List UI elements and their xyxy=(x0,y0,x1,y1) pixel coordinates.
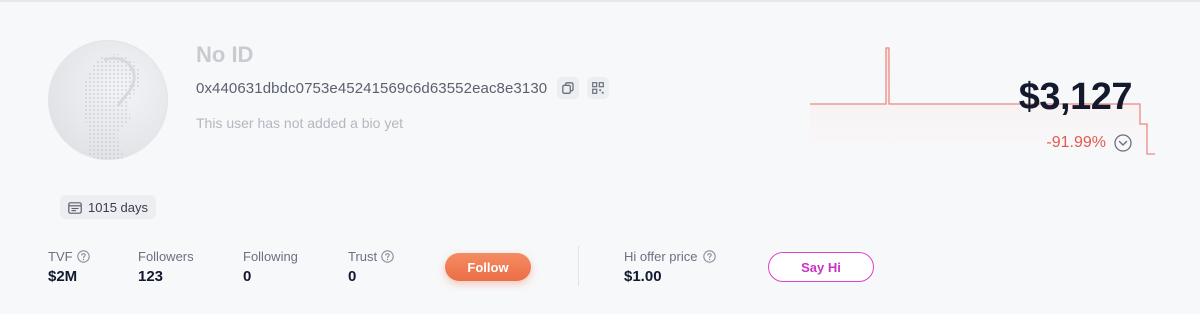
top-border xyxy=(0,0,1200,2)
calendar-icon xyxy=(68,201,82,214)
profile-name: No ID xyxy=(196,42,254,67)
stat-followers-value: 123 xyxy=(138,268,164,285)
balance-change-percent: -91.99% xyxy=(1046,134,1106,151)
stat-tvf-value: $2M xyxy=(48,268,78,285)
stat-trust-value: 0 xyxy=(348,268,357,285)
account-age-label: 1015 days xyxy=(88,199,148,215)
stat-trust: Trust 0 xyxy=(348,247,394,285)
copy-icon xyxy=(562,82,574,94)
qr-code-button[interactable] xyxy=(587,77,610,99)
stat-following-label: Following xyxy=(243,248,298,264)
stat-hi-offer-value: $1.00 xyxy=(624,268,662,285)
stat-tvf: TVF $2M xyxy=(48,247,90,285)
stat-followers[interactable]: Followers 123 xyxy=(138,247,194,286)
stat-hi-offer-label: Hi offer price xyxy=(624,248,698,264)
stat-following-value: 0 xyxy=(243,268,252,285)
bio-text: This user has not added a bio yet xyxy=(196,115,404,131)
qr-code-icon xyxy=(592,82,605,94)
wallet-address: 0x440631dbdc0753e45241569c6d63552eac8e31… xyxy=(196,79,548,97)
divider xyxy=(578,246,579,286)
help-circle-icon[interactable] xyxy=(381,249,394,263)
follow-button[interactable]: Follow xyxy=(445,253,531,281)
chevron-down-circle-icon[interactable] xyxy=(1114,134,1132,152)
stat-trust-label: Trust xyxy=(348,248,378,264)
avatar xyxy=(48,40,168,160)
help-circle-icon[interactable] xyxy=(76,249,90,263)
stat-tvf-label: TVF xyxy=(48,248,73,264)
stat-followers-label: Followers xyxy=(138,248,194,264)
copy-address-button[interactable] xyxy=(557,77,580,99)
stat-hi-offer-price: Hi offer price $1.00 xyxy=(624,247,717,285)
avatar-silhouette-icon xyxy=(82,54,140,160)
portfolio-balance: $3,127 xyxy=(1018,76,1133,118)
balance-change-row: -91.99% xyxy=(1046,134,1132,152)
help-circle-icon[interactable] xyxy=(703,249,717,263)
stat-following[interactable]: Following 0 xyxy=(243,247,298,286)
account-age-badge: 1015 days xyxy=(60,195,156,219)
address-row: 0x440631dbdc0753e45241569c6d63552eac8e31… xyxy=(196,77,610,99)
say-hi-button[interactable]: Say Hi xyxy=(768,252,874,282)
